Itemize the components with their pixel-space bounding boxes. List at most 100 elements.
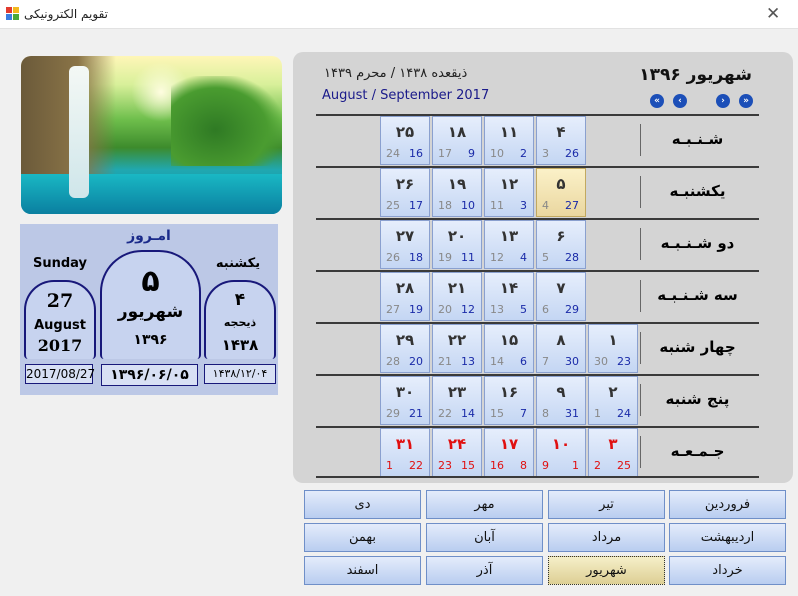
gregorian-day-number: 19	[409, 303, 423, 316]
weekday-label: یکشنبـه	[669, 182, 726, 200]
day-cell[interactable]: ۱۱ 10 2	[484, 116, 534, 165]
day-cell[interactable]: ۳۰ 29 21	[380, 376, 430, 425]
hijri-day-number: 25	[386, 199, 400, 212]
hijri-day-number: 5	[542, 251, 549, 264]
first-month-icon[interactable]: «	[650, 94, 664, 108]
gregorian-day-number: 2	[520, 147, 527, 160]
window-title: تقویم الکترونیکی	[24, 7, 108, 21]
hijri-day-number: 15	[490, 407, 504, 420]
hijri-day-number: 3	[542, 147, 549, 160]
gregorian-day-number: 17	[409, 199, 423, 212]
day-cell-today[interactable]: ۵ 4 27	[536, 168, 586, 217]
gregorian-day-number: 29	[565, 303, 579, 316]
month-button[interactable]: بهمن	[304, 523, 421, 552]
hijri-day-number: 9	[542, 459, 549, 472]
day-cell[interactable]: ۴ 3 26	[536, 116, 586, 165]
day-cell[interactable]: ۲۹ 28 20	[380, 324, 430, 373]
weekday-label: شـنـبـه	[671, 130, 724, 148]
hijri-day-number: 8	[542, 407, 549, 420]
persian-day-number: ۲۹	[395, 331, 415, 349]
day-cell[interactable]: ۷ 6 29	[536, 272, 586, 321]
hijri-day-number: 19	[438, 251, 452, 264]
day-cell[interactable]: ۱۵ 14 6	[484, 324, 534, 373]
hijri-month: ذیحجه	[223, 316, 257, 329]
day-cell[interactable]: ۳ 2 25	[588, 428, 638, 477]
month-button[interactable]: مهر	[426, 490, 543, 519]
persian-day: ۵	[141, 264, 160, 299]
day-cell[interactable]: ۲ 1 24	[588, 376, 638, 425]
gregorian-day-number: 16	[409, 147, 423, 160]
row-divider	[316, 476, 759, 478]
month-button[interactable]: آبان	[426, 523, 543, 552]
day-cell[interactable]: ۲۰ 19 11	[432, 220, 482, 269]
prev-month-icon[interactable]: ‹	[673, 94, 687, 108]
day-cell[interactable]: ۱۳ 12 4	[484, 220, 534, 269]
gregorian-day-number: 28	[565, 251, 579, 264]
persian-day-number: ۱۸	[447, 123, 467, 141]
persian-year: ۱۳۹۶	[133, 332, 168, 348]
hijri-day-number: 7	[542, 355, 549, 368]
hijri-day-number: 20	[438, 303, 452, 316]
persian-day-number: ۲۷	[395, 227, 415, 245]
day-cell[interactable]: ۱۴ 13 5	[484, 272, 534, 321]
day-cell[interactable]: ۱۰ 9 1	[536, 428, 586, 477]
day-cell[interactable]: ۱۶ 15 7	[484, 376, 534, 425]
day-cell[interactable]: ۱ 30 23	[588, 324, 638, 373]
month-button[interactable]: فروردین	[669, 490, 786, 519]
day-cell[interactable]: ۱۸ 17 9	[432, 116, 482, 165]
hijri-day-number: 1	[386, 459, 393, 472]
weekday-separator	[640, 332, 641, 364]
day-cell[interactable]: ۲۴ 23 15	[432, 428, 482, 477]
gregorian-day-number: 25	[617, 459, 631, 472]
gregorian-day-number: 24	[617, 407, 631, 420]
day-cell[interactable]: ۲۶ 25 17	[380, 168, 430, 217]
persian-day-number: ۳	[608, 435, 618, 453]
month-button[interactable]: اسفند	[304, 556, 421, 585]
day-cell[interactable]: ۲۷ 26 18	[380, 220, 430, 269]
day-cell[interactable]: ۱۷ 16 8	[484, 428, 534, 477]
month-button-selected[interactable]: شهریور	[548, 556, 665, 585]
day-cell[interactable]: ۲۵ 24 16	[380, 116, 430, 165]
day-cell[interactable]: ۲۸ 27 19	[380, 272, 430, 321]
gregorian-day-number: 11	[461, 251, 475, 264]
persian-day-number: ۲۵	[395, 123, 415, 141]
day-cell[interactable]: ۱۹ 18 10	[432, 168, 482, 217]
weekday-separator	[640, 124, 641, 156]
today-title: امـروز	[127, 228, 171, 244]
day-cell[interactable]: ۳۱ 1 22	[380, 428, 430, 477]
hijri-day-number: 1	[594, 407, 601, 420]
gregorian-weekday: Sunday	[32, 256, 88, 271]
gregorian-day-number: 14	[461, 407, 475, 420]
month-button[interactable]: دی	[304, 490, 421, 519]
persian-day-number: ۶	[556, 227, 566, 245]
day-cell[interactable]: ۸ 7 30	[536, 324, 586, 373]
month-button[interactable]: اردیبهشت	[669, 523, 786, 552]
gregorian-day-number: 31	[565, 407, 579, 420]
close-icon[interactable]: ✕	[766, 4, 780, 24]
persian-day-number: ۹	[556, 383, 566, 401]
day-cell[interactable]: ۲۱ 20 12	[432, 272, 482, 321]
hijri-day-number: 6	[542, 303, 549, 316]
weekday-label: دو شـنـبـه	[660, 234, 735, 252]
day-cell[interactable]: ۲۳ 22 14	[432, 376, 482, 425]
hijri-day-number: 10	[490, 147, 504, 160]
day-cell[interactable]: ۶ 5 28	[536, 220, 586, 269]
last-month-icon[interactable]: »	[739, 94, 753, 108]
gregorian-day-number: 18	[409, 251, 423, 264]
gregorian-day-number: 1	[572, 459, 579, 472]
hijri-range: ذیقعده ۱۴۳۸ / محرم ۱۴۳۹	[324, 66, 468, 81]
hijri-year: ۱۴۳۸	[221, 336, 259, 354]
month-button[interactable]: تیر	[548, 490, 665, 519]
persian-day-number: ۴	[556, 123, 566, 141]
hijri-day-number: 30	[594, 355, 608, 368]
next-month-icon[interactable]: ›	[716, 94, 730, 108]
hijri-day-number: 21	[438, 355, 452, 368]
month-title: شهریور ۱۳۹۶	[639, 65, 752, 85]
hijri-day-number: 29	[386, 407, 400, 420]
month-button[interactable]: مرداد	[548, 523, 665, 552]
month-button[interactable]: آذر	[426, 556, 543, 585]
day-cell[interactable]: ۲۲ 21 13	[432, 324, 482, 373]
day-cell[interactable]: ۹ 8 31	[536, 376, 586, 425]
month-button[interactable]: خرداد	[669, 556, 786, 585]
day-cell[interactable]: ۱۲ 11 3	[484, 168, 534, 217]
